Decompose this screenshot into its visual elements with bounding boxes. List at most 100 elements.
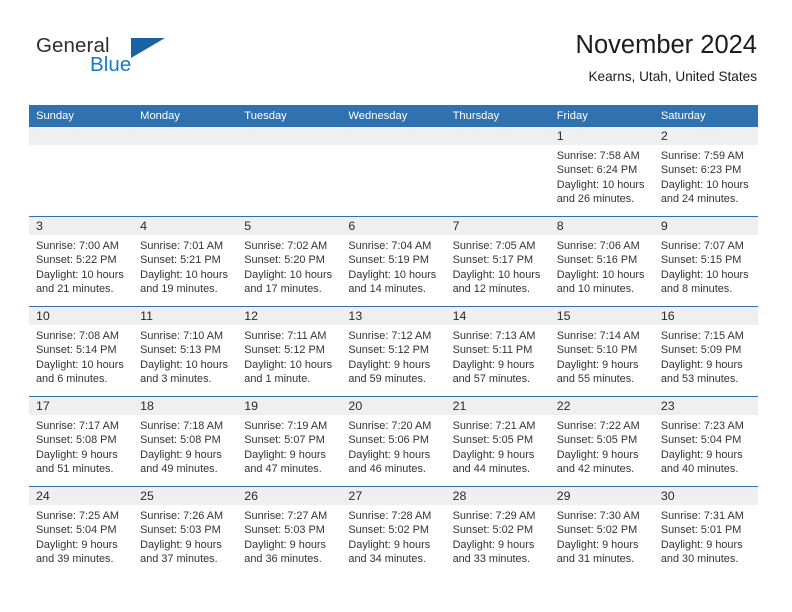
day-cell-inner: 23 Sunrise: 7:23 AM Sunset: 5:04 PM Dayligh… (653, 397, 758, 486)
calendar-day-cell[interactable]: 19 Sunrise: 7:19 AM Sunset: 5:07 PM Dayligh… (237, 396, 342, 487)
day-cell-inner: 16 Sunrise: 7:15 AM Sunset: 5:09 PM Dayligh… (653, 307, 758, 396)
daylight-duration-line1: Daylight: 9 hours (556, 538, 639, 551)
daylight-duration-line1: Daylight: 9 hours (244, 538, 327, 551)
daylight-duration-line1: Daylight: 10 hours (348, 268, 437, 281)
day-details: Sunrise: 7:20 AM Sunset: 5:06 PM Daylight:… (341, 415, 445, 477)
day-number: 28 (445, 487, 550, 505)
calendar-day-cell[interactable]: 26 Sunrise: 7:27 AM Sunset: 5:03 PM Dayligh… (237, 486, 342, 576)
day-details: Sunrise: 7:29 AM Sunset: 5:02 PM Daylight:… (446, 505, 550, 567)
sunset-time: Sunset: 5:16 PM (556, 254, 638, 267)
calendar-day-cell[interactable]: 20 Sunrise: 7:20 AM Sunset: 5:06 PM Dayligh… (341, 396, 446, 487)
daylight-duration-line2: and 14 minutes. (348, 283, 426, 296)
daylight-duration-line1: Daylight: 9 hours (556, 448, 639, 461)
calendar-day-cell[interactable]: 30 Sunrise: 7:31 AM Sunset: 5:01 PM Dayligh… (653, 486, 758, 576)
sunset-time: Sunset: 5:22 PM (36, 254, 117, 267)
sunrise-time: Sunrise: 7:15 AM (660, 330, 744, 342)
daylight-duration-line2: and 57 minutes. (452, 373, 531, 386)
daylight-duration-line2: and 42 minutes. (556, 463, 635, 476)
weekday-header-monday: Monday (133, 105, 238, 127)
day-number: 14 (445, 307, 550, 325)
sunset-time: Sunset: 5:07 PM (244, 434, 325, 447)
day-details: Sunrise: 7:15 AM Sunset: 5:09 PM Daylight:… (654, 325, 758, 387)
day-details: Sunrise: 7:07 AM Sunset: 5:15 PM Daylight:… (654, 235, 758, 297)
day-cell-inner: 9 Sunrise: 7:07 AM Sunset: 5:15 PM Daylight… (653, 217, 758, 306)
calendar-day-cell[interactable]: 17 Sunrise: 7:17 AM Sunset: 5:08 PM Dayligh… (29, 396, 134, 487)
day-details: Sunrise: 7:14 AM Sunset: 5:10 PM Daylight:… (550, 325, 654, 387)
day-cell-inner: 3 Sunrise: 7:00 AM Sunset: 5:22 PM Daylight… (29, 217, 134, 306)
calendar-day-cell[interactable]: 10 Sunrise: 7:08 AM Sunset: 5:14 PM Dayligh… (29, 306, 134, 397)
sunset-time: Sunset: 5:08 PM (140, 434, 221, 447)
weekday-header-saturday: Saturday (653, 105, 758, 127)
sunset-time: Sunset: 5:08 PM (36, 434, 117, 447)
generalblue-logo[interactable]: General Blue (36, 35, 216, 84)
daylight-duration-line1: Daylight: 9 hours (140, 448, 222, 461)
daylight-duration-line2: and 44 minutes. (452, 463, 531, 476)
daylight-duration-line1: Daylight: 10 hours (244, 358, 333, 371)
calendar-day-cell[interactable]: 12 Sunrise: 7:11 AM Sunset: 5:12 PM Dayligh… (237, 306, 342, 397)
daylight-duration-line1: Daylight: 9 hours (348, 448, 431, 461)
sunset-time: Sunset: 5:05 PM (452, 434, 534, 447)
calendar-day-cell[interactable]: 7 Sunrise: 7:05 AM Sunset: 5:17 PM Daylight… (445, 216, 550, 307)
day-cell-inner (237, 127, 342, 216)
daylight-duration-line2: and 37 minutes. (140, 553, 218, 566)
daylight-duration-line1: Daylight: 9 hours (348, 538, 431, 551)
day-cell-inner: 14 Sunrise: 7:13 AM Sunset: 5:11 PM Dayligh… (445, 307, 550, 396)
calendar-week-row: 1 Sunrise: 7:58 AM Sunset: 6:24 PM Daylight… (29, 127, 758, 217)
calendar-day-cell[interactable]: 14 Sunrise: 7:13 AM Sunset: 5:11 PM Dayligh… (445, 306, 550, 397)
day-details: Sunrise: 7:26 AM Sunset: 5:03 PM Daylight:… (133, 505, 237, 567)
title-block: November 2024 Kearns, Utah, United State… (576, 30, 757, 85)
calendar-day-cell[interactable]: 9 Sunrise: 7:07 AM Sunset: 5:15 PM Daylight… (653, 216, 758, 307)
calendar-day-cell[interactable]: 21 Sunrise: 7:21 AM Sunset: 5:05 PM Dayligh… (445, 396, 550, 487)
calendar-day-cell[interactable]: 23 Sunrise: 7:23 AM Sunset: 5:04 PM Dayligh… (653, 396, 758, 487)
daylight-duration-line1: Daylight: 10 hours (660, 178, 749, 191)
calendar-day-cell[interactable]: 22 Sunrise: 7:22 AM Sunset: 5:05 PM Dayligh… (549, 396, 654, 487)
day-details: Sunrise: 7:13 AM Sunset: 5:11 PM Daylight:… (446, 325, 550, 387)
day-details: Sunrise: 7:12 AM Sunset: 5:12 PM Daylight:… (341, 325, 445, 387)
calendar-day-cell[interactable]: 4 Sunrise: 7:01 AM Sunset: 5:21 PM Daylight… (133, 216, 238, 307)
daylight-duration-line2: and 19 minutes. (140, 283, 218, 296)
sunrise-time: Sunrise: 7:06 AM (556, 240, 640, 252)
calendar-day-cell[interactable]: 6 Sunrise: 7:04 AM Sunset: 5:19 PM Daylight… (341, 216, 446, 307)
calendar-day-cell[interactable]: 2 Sunrise: 7:59 AM Sunset: 6:23 PM Daylight… (653, 127, 758, 217)
sunrise-time: Sunrise: 7:05 AM (452, 240, 536, 252)
daylight-duration-line1: Daylight: 9 hours (452, 448, 535, 461)
day-cell-inner: 4 Sunrise: 7:01 AM Sunset: 5:21 PM Daylight… (133, 217, 238, 306)
sunset-time: Sunset: 5:02 PM (556, 524, 638, 537)
day-number: 21 (445, 397, 550, 415)
weekday-header-friday: Friday (549, 105, 654, 127)
daylight-duration-line1: Daylight: 10 hours (140, 358, 228, 371)
sunrise-time: Sunrise: 7:08 AM (36, 330, 119, 342)
calendar-day-cell[interactable]: 1 Sunrise: 7:58 AM Sunset: 6:24 PM Daylight… (549, 127, 654, 217)
calendar-day-cell[interactable]: 25 Sunrise: 7:26 AM Sunset: 5:03 PM Dayligh… (133, 486, 238, 576)
day-details: Sunrise: 7:00 AM Sunset: 5:22 PM Daylight:… (29, 235, 133, 297)
calendar-day-cell[interactable]: 5 Sunrise: 7:02 AM Sunset: 5:20 PM Daylight… (237, 216, 342, 307)
calendar-day-cell[interactable]: 28 Sunrise: 7:29 AM Sunset: 5:02 PM Dayligh… (445, 486, 550, 576)
daylight-duration-line2: and 51 minutes. (36, 463, 114, 476)
day-details: Sunrise: 7:11 AM Sunset: 5:12 PM Daylight:… (237, 325, 341, 387)
sunset-time: Sunset: 5:11 PM (452, 344, 533, 357)
calendar-day-cell[interactable]: 18 Sunrise: 7:18 AM Sunset: 5:08 PM Dayligh… (133, 396, 238, 487)
sunset-time: Sunset: 5:12 PM (244, 344, 325, 357)
day-number: 25 (133, 487, 238, 505)
day-cell-inner (133, 127, 238, 216)
calendar-day-cell[interactable]: 27 Sunrise: 7:28 AM Sunset: 5:02 PM Dayligh… (341, 486, 446, 576)
daylight-duration-line1: Daylight: 9 hours (452, 358, 535, 371)
calendar-day-cell[interactable]: 29 Sunrise: 7:30 AM Sunset: 5:02 PM Dayligh… (549, 486, 654, 576)
sunrise-time: Sunrise: 7:00 AM (36, 240, 119, 252)
calendar-day-cell[interactable]: 15 Sunrise: 7:14 AM Sunset: 5:10 PM Dayligh… (549, 306, 654, 397)
calendar-day-cell[interactable]: 24 Sunrise: 7:25 AM Sunset: 5:04 PM Dayligh… (29, 486, 134, 576)
calendar-day-cell[interactable]: 8 Sunrise: 7:06 AM Sunset: 5:16 PM Daylight… (549, 216, 654, 307)
sunset-time: Sunset: 5:20 PM (244, 254, 325, 267)
day-details: Sunrise: 7:59 AM Sunset: 6:23 PM Daylight:… (654, 145, 758, 207)
daylight-duration-line1: Daylight: 10 hours (244, 268, 333, 281)
daylight-duration-line1: Daylight: 10 hours (556, 268, 645, 281)
sunrise-time: Sunrise: 7:12 AM (348, 330, 432, 342)
sunrise-sunset-calendar: Sunday Monday Tuesday Wednesday Thursday Frid… (29, 105, 758, 576)
sunset-time: Sunset: 5:14 PM (36, 344, 117, 357)
calendar-day-cell[interactable]: 3 Sunrise: 7:00 AM Sunset: 5:22 PM Daylight… (29, 216, 134, 307)
calendar-page: General Blue November 2024 Kearns, Utah,… (0, 0, 792, 612)
calendar-day-cell[interactable]: 16 Sunrise: 7:15 AM Sunset: 5:09 PM Dayligh… (653, 306, 758, 397)
sunrise-time: Sunrise: 7:19 AM (244, 420, 328, 432)
calendar-day-cell[interactable]: 11 Sunrise: 7:10 AM Sunset: 5:13 PM Dayligh… (133, 306, 238, 397)
calendar-day-cell[interactable]: 13 Sunrise: 7:12 AM Sunset: 5:12 PM Dayligh… (341, 306, 446, 397)
